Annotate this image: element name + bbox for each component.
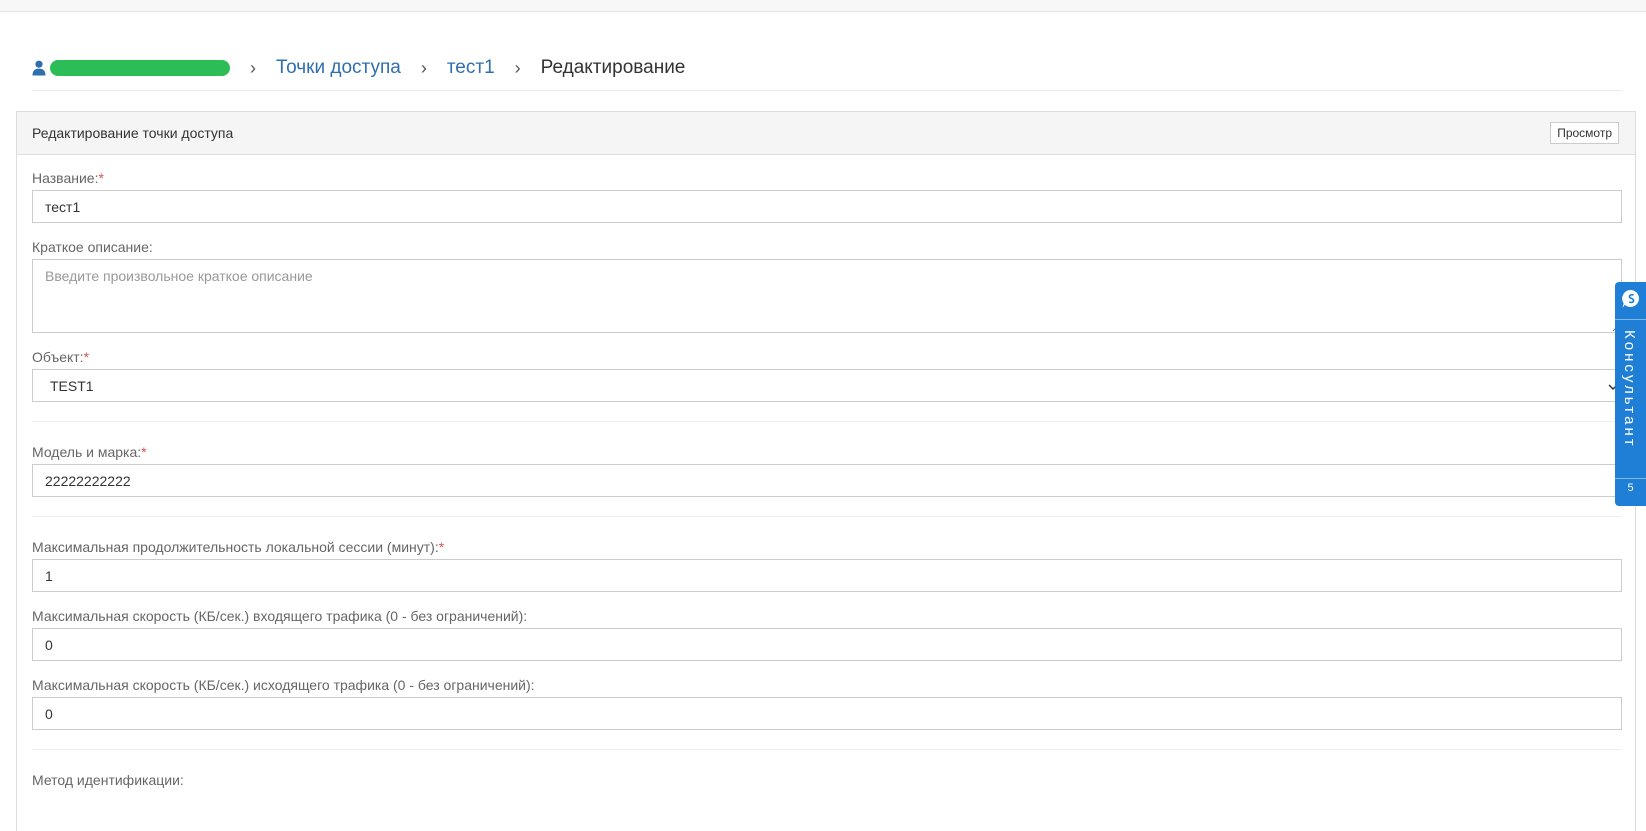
ident-method-label: Метод идентификации: bbox=[32, 772, 184, 788]
consultant-divider bbox=[1615, 478, 1646, 479]
max-session-label: Максимальная продолжительность локальной… bbox=[32, 536, 1620, 559]
section-divider bbox=[32, 421, 1622, 422]
consultant-count-badge: 5 bbox=[1627, 482, 1634, 494]
name-label-text: Название: bbox=[32, 170, 99, 186]
section-divider bbox=[32, 516, 1622, 517]
object-label-text: Объект: bbox=[32, 349, 84, 365]
name-label: Название:* bbox=[32, 167, 1620, 190]
breadcrumb-separator: › bbox=[420, 57, 427, 78]
max-out-speed-label: Максимальная скорость (КБ/сек.) исходяще… bbox=[32, 677, 535, 693]
max-out-speed-input[interactable] bbox=[32, 697, 1622, 730]
object-select-value: TEST1 bbox=[50, 377, 94, 394]
edit-form: Название:* Краткое описание: Объект:* TE… bbox=[17, 155, 1635, 792]
description-field-group: Краткое описание: bbox=[32, 236, 1622, 333]
chat-bubble-icon bbox=[1620, 288, 1642, 310]
breadcrumb: ••• ••••••• ••• › Точки доступа › тест1 … bbox=[32, 44, 1622, 92]
required-mark: * bbox=[98, 170, 104, 186]
max-session-field-group: Максимальная продолжительность локальной… bbox=[32, 536, 1622, 592]
model-label: Модель и марка:* bbox=[32, 441, 1620, 464]
panel-title: Редактирование точки доступа bbox=[32, 125, 234, 141]
view-button[interactable]: Просмотр bbox=[1550, 122, 1619, 144]
user-icon bbox=[32, 60, 46, 76]
breadcrumb-user-name[interactable]: ••• ••••••• ••• bbox=[50, 60, 230, 76]
description-textarea[interactable] bbox=[32, 259, 1622, 333]
breadcrumb-access-points-link[interactable]: Точки доступа bbox=[276, 57, 401, 79]
required-mark: * bbox=[83, 349, 90, 365]
object-select[interactable]: TEST1 bbox=[32, 369, 1622, 402]
max-in-speed-label: Максимальная скорость (КБ/сек.) входящег… bbox=[32, 608, 528, 624]
consultant-label: Консультант bbox=[1621, 330, 1638, 449]
edit-access-point-panel: Редактирование точки доступа Просмотр На… bbox=[16, 111, 1636, 831]
required-mark: * bbox=[141, 444, 147, 460]
max-session-input[interactable] bbox=[32, 559, 1622, 592]
breadcrumb-divider bbox=[32, 90, 1622, 91]
required-mark: * bbox=[438, 539, 445, 555]
consultant-widget[interactable]: Консультант 5 bbox=[1615, 282, 1646, 506]
object-field-group: Объект:* TEST1 bbox=[32, 346, 1622, 402]
object-label: Объект:* bbox=[32, 346, 1620, 369]
panel-header: Редактирование точки доступа Просмотр bbox=[17, 112, 1635, 155]
description-label: Краткое описание: bbox=[32, 239, 153, 255]
breadcrumb-user[interactable]: ••• ••••••• ••• bbox=[32, 60, 230, 76]
section-divider bbox=[32, 749, 1622, 750]
breadcrumb-test1-link[interactable]: тест1 bbox=[447, 57, 495, 79]
ident-method-field-group: Метод идентификации: bbox=[32, 769, 1620, 792]
consultant-divider bbox=[1615, 319, 1646, 320]
max-session-label-text: Максимальная продолжительность локальной… bbox=[32, 539, 439, 555]
top-bar bbox=[0, 0, 1646, 12]
model-input[interactable] bbox=[32, 464, 1622, 497]
name-field-group: Название:* bbox=[32, 167, 1622, 223]
breadcrumb-separator: › bbox=[514, 57, 521, 78]
name-input[interactable] bbox=[32, 190, 1622, 223]
max-out-speed-field-group: Максимальная скорость (КБ/сек.) исходяще… bbox=[32, 674, 1622, 730]
breadcrumb-separator: › bbox=[250, 57, 256, 78]
max-in-speed-field-group: Максимальная скорость (КБ/сек.) входящег… bbox=[32, 605, 1622, 661]
model-label-text: Модель и марка: bbox=[32, 444, 142, 460]
breadcrumb-current: Редактирование bbox=[540, 57, 686, 78]
model-field-group: Модель и марка:* bbox=[32, 441, 1622, 497]
max-in-speed-input[interactable] bbox=[32, 628, 1622, 661]
